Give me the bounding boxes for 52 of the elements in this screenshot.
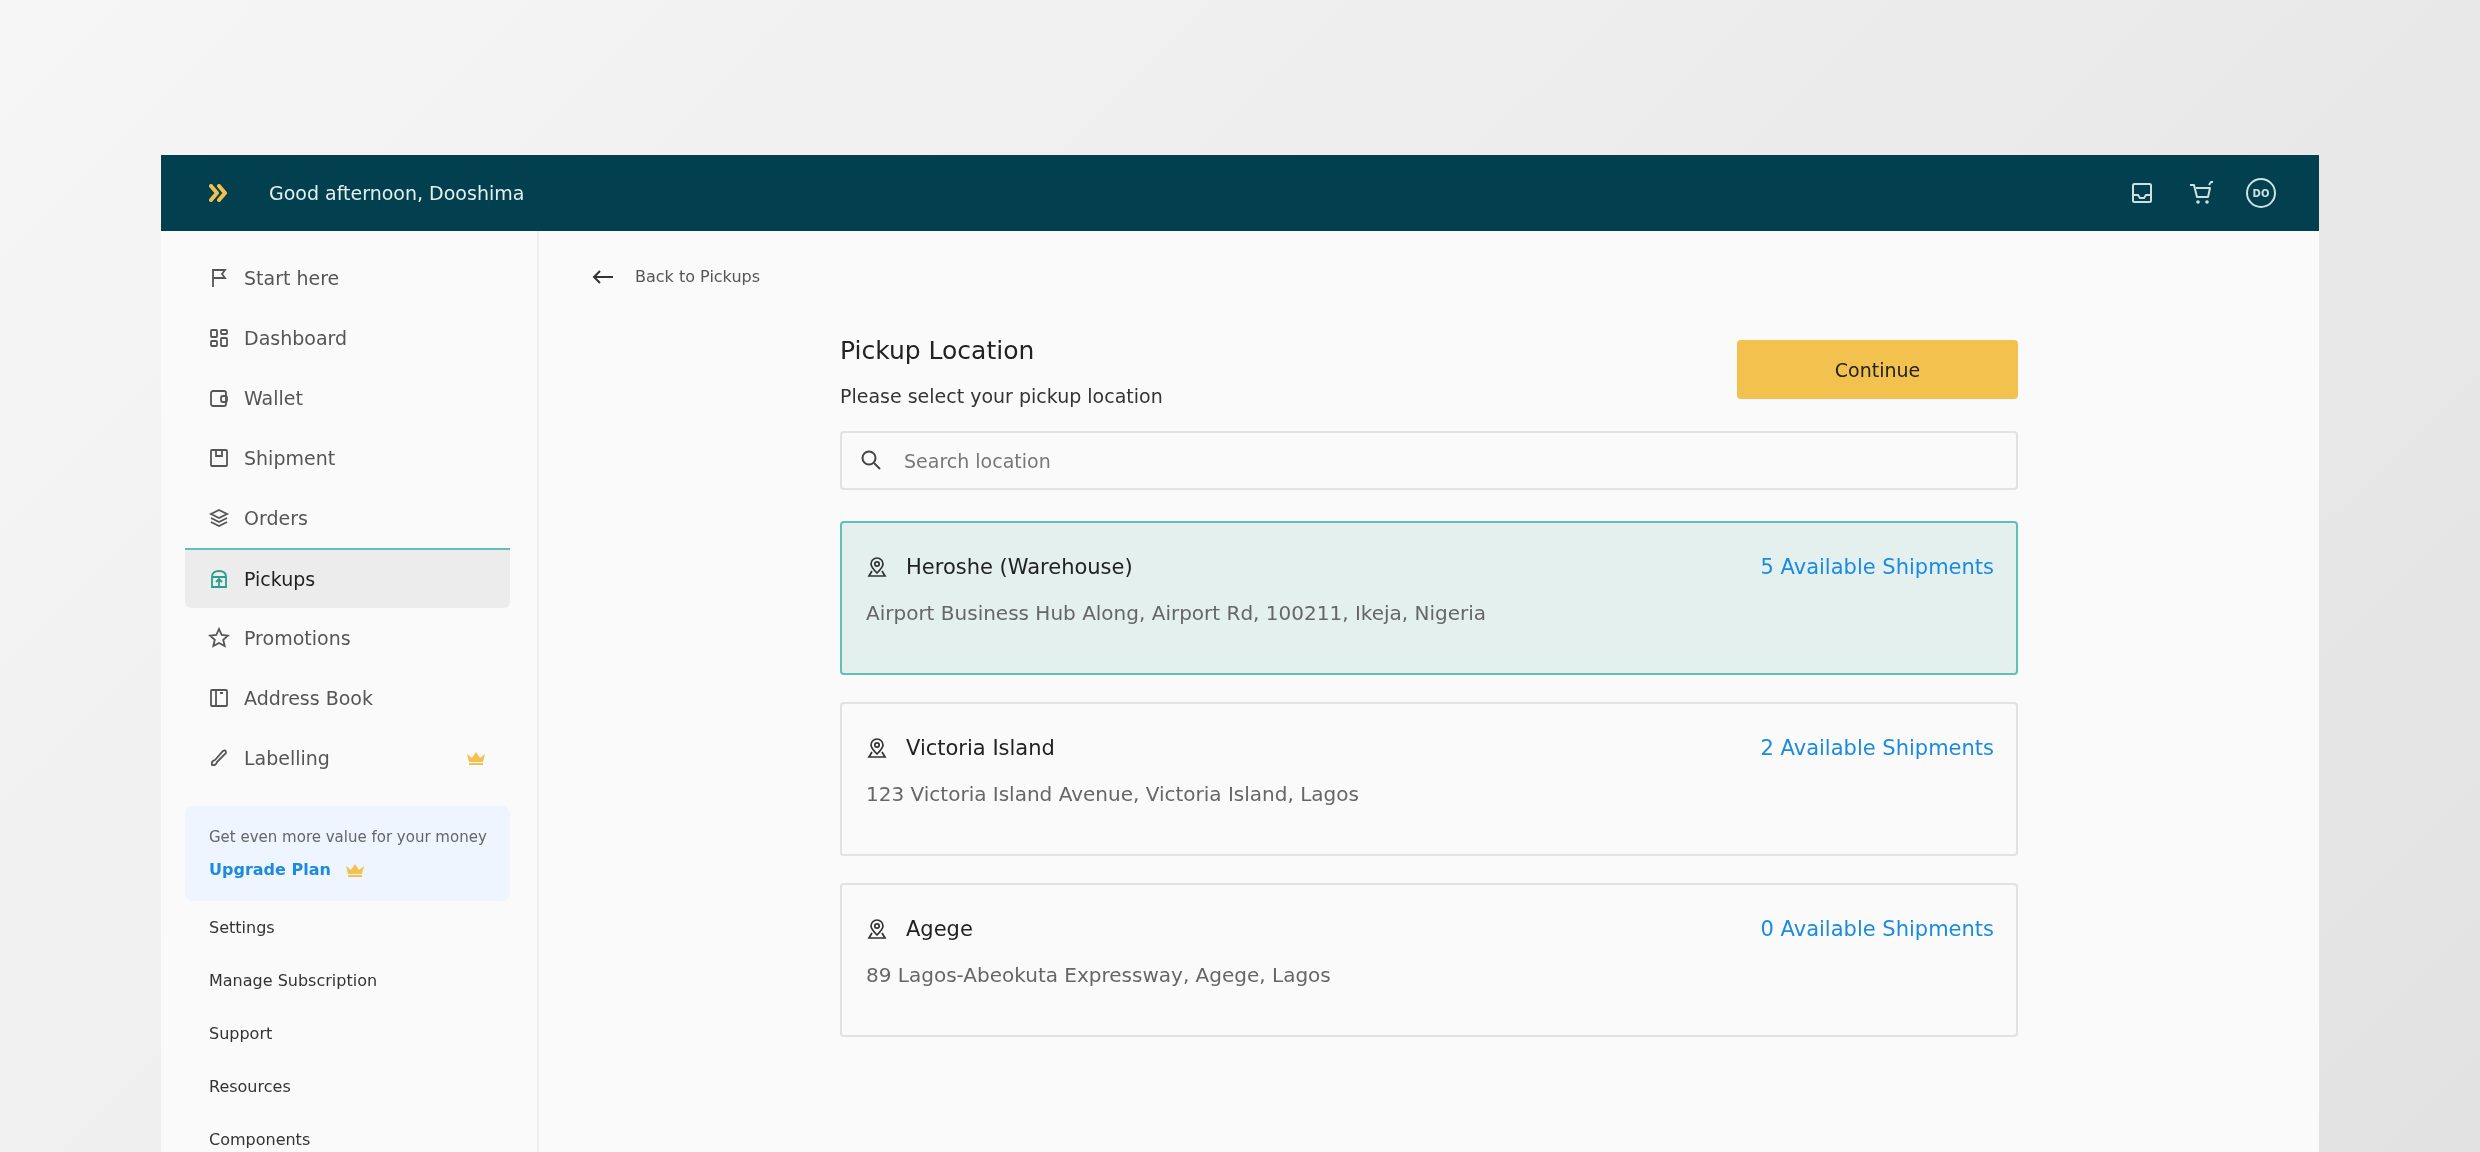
cart-icon[interactable]: [2188, 180, 2214, 206]
location-name: Agege: [906, 917, 973, 941]
map-pin-icon: [866, 556, 888, 578]
layers-icon: [208, 507, 230, 529]
location-address: 89 Lagos-Abeokuta Expressway, Agege, Lagos: [866, 963, 1332, 987]
grid-icon: [208, 327, 230, 349]
chevrons-logo-icon: [209, 184, 229, 202]
greeting-text: Good afternoon, Dooshima: [269, 182, 525, 204]
brush-icon: [208, 747, 230, 769]
promo-text: Get even more value for your money: [209, 828, 486, 846]
location-address: Airport Business Hub Along, Airport Rd, 100211, Ikeja, Nigeria: [866, 601, 1488, 625]
sidebar-link[interactable]: Support: [185, 1007, 510, 1060]
location-name: Victoria Island: [906, 736, 1055, 760]
location-card[interactable]: Agege 0 Available Shipments 89 Lagos-Abeokuta Expressway, Agege, Lagos: [840, 883, 2018, 1037]
sidebar-item[interactable]: Pickups: [185, 548, 510, 608]
sidebar-link[interactable]: Settings: [185, 901, 510, 954]
book-icon: [208, 687, 230, 709]
location-address: 123 Victoria Island Avenue, Victoria Island, Lagos: [866, 782, 1360, 806]
sidebar-link[interactable]: Resources: [185, 1060, 510, 1113]
shipments-count: 5 Available Shipments: [1760, 555, 1994, 579]
sidebar-item[interactable]: Shipment: [185, 428, 510, 488]
map-pin-icon: [866, 737, 888, 759]
page-subtitle: Please select your pickup location: [840, 385, 1163, 407]
sidebar-link[interactable]: Manage Subscription: [185, 954, 510, 1007]
sidebar-item[interactable]: Promotions: [185, 608, 510, 668]
sidebar-item[interactable]: Orders: [185, 488, 510, 548]
star-icon: [208, 627, 230, 649]
location-card[interactable]: Heroshe (Warehouse) 5 Available Shipments Airport Business Hub Along, Airport Rd, 100211, Ikeja, Nigeria: [840, 521, 2018, 675]
search-field[interactable]: Search location: [840, 431, 2018, 490]
sidebar-item[interactable]: Wallet: [185, 368, 510, 428]
back-arrow-icon: [591, 268, 615, 285]
back-link[interactable]: Back to Pickups: [591, 267, 2267, 286]
crown-icon: [344, 862, 365, 877]
shipments-count: 0 Available Shipments: [1760, 917, 1994, 941]
search-icon: [860, 449, 882, 471]
inbox-icon[interactable]: [2130, 181, 2154, 205]
user-avatar[interactable]: DO: [2246, 178, 2276, 208]
shipments-count: 2 Available Shipments: [1760, 736, 1994, 760]
store-icon: [208, 568, 230, 590]
page-title: Pickup Location: [840, 336, 1036, 365]
sidebar-link[interactable]: Components: [185, 1113, 510, 1152]
sidebar-item[interactable]: Dashboard: [185, 308, 510, 368]
location-card[interactable]: Victoria Island 2 Available Shipments 123 Victoria Island Avenue, Victoria Island, Lagos: [840, 702, 2018, 856]
sidebar-item[interactable]: Start here: [185, 248, 510, 308]
map-pin-icon: [866, 918, 888, 940]
sidebar-item[interactable]: Labelling: [185, 728, 510, 788]
continue-button[interactable]: Continue: [1737, 340, 2018, 399]
box-icon: [208, 447, 230, 469]
crown-icon: [466, 751, 486, 765]
location-name: Heroshe (Warehouse): [906, 555, 1133, 579]
wallet-icon: [208, 387, 230, 409]
sidebar-item[interactable]: Address Book: [185, 668, 510, 728]
